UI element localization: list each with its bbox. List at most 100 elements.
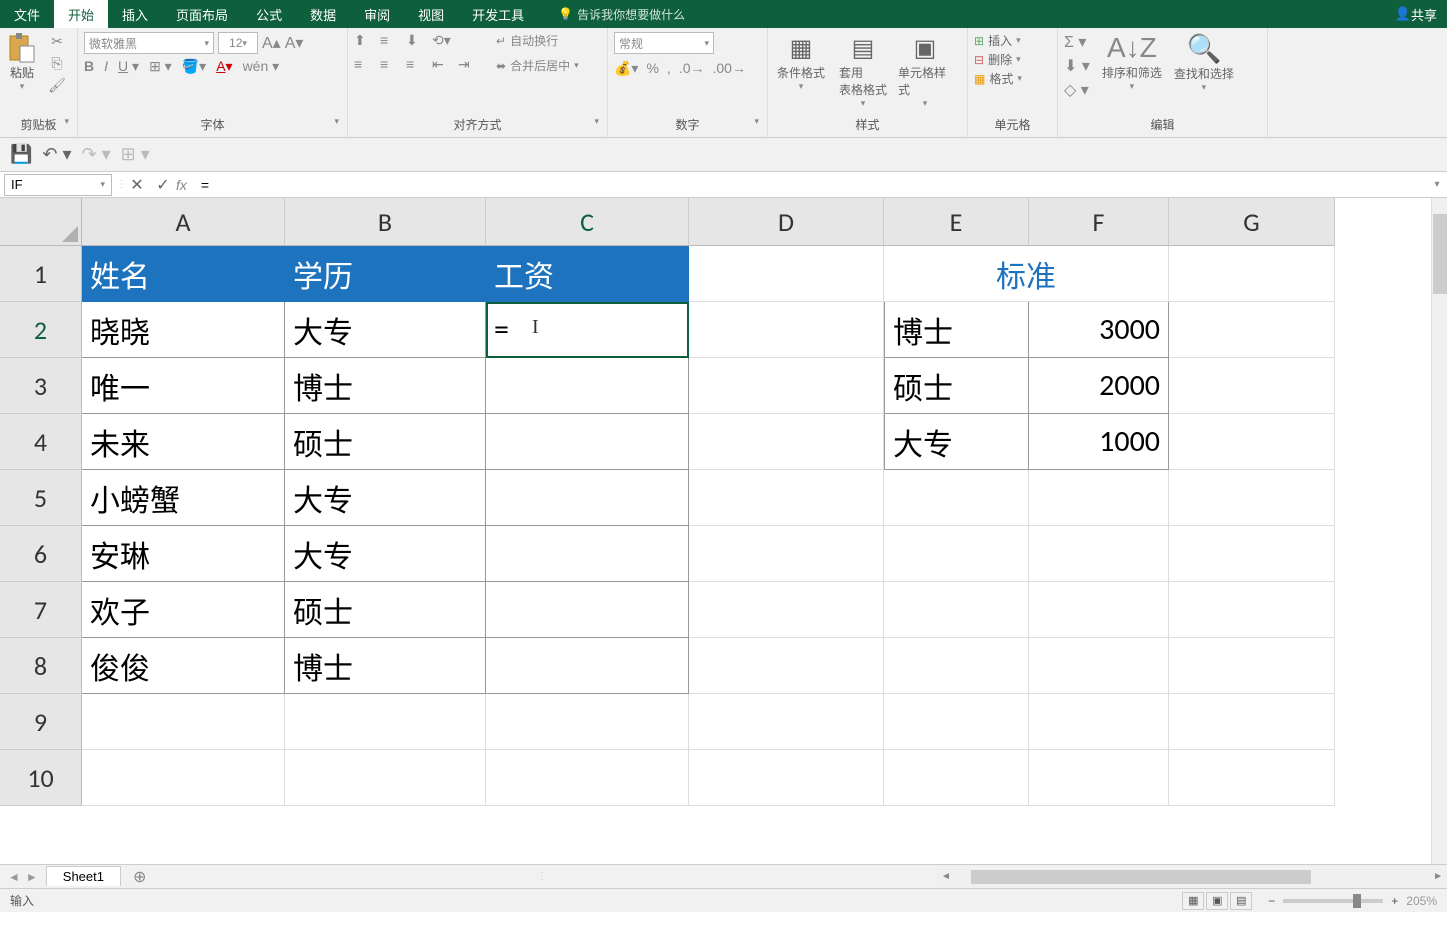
- cell-D4[interactable]: [689, 414, 884, 470]
- cell-E6[interactable]: [884, 526, 1029, 582]
- wrap-text-button[interactable]: ↵自动换行: [496, 32, 579, 49]
- cell-D10[interactable]: [689, 750, 884, 806]
- share-button[interactable]: 👤 共享: [1385, 5, 1447, 24]
- format-as-table-button[interactable]: ▤ 套用 表格格式▾: [836, 32, 890, 109]
- cell-E9[interactable]: [884, 694, 1029, 750]
- add-sheet-button[interactable]: ⊕: [133, 867, 146, 887]
- sheet-nav-next[interactable]: ►: [26, 870, 38, 884]
- paste-label[interactable]: 粘贴: [10, 64, 34, 81]
- cell-D6[interactable]: [689, 526, 884, 582]
- delete-cells-button[interactable]: ⊟删除▾: [974, 51, 1022, 68]
- zoom-slider-track[interactable]: [1283, 899, 1383, 903]
- decrease-indent-icon[interactable]: ⇤: [432, 56, 450, 74]
- page-break-view-button[interactable]: ▤: [1230, 892, 1252, 910]
- cell-G7[interactable]: [1169, 582, 1335, 638]
- row-header-4[interactable]: 4: [0, 414, 82, 470]
- col-header-A[interactable]: A: [82, 198, 285, 246]
- copy-icon[interactable]: ⎘: [48, 54, 66, 72]
- cell-B6[interactable]: 大专: [285, 526, 486, 582]
- increase-font-icon[interactable]: A▴: [262, 33, 281, 53]
- find-select-button[interactable]: 🔍 查找和选择▾: [1174, 32, 1234, 93]
- cell-B7[interactable]: 硕士: [285, 582, 486, 638]
- col-header-G[interactable]: G: [1169, 198, 1335, 246]
- cell-grid[interactable]: 姓名 学历 工资 标准 晓晓 大专 = 博士 3000 唯一 博士 硕士 200…: [82, 246, 1447, 864]
- save-icon[interactable]: 💾: [10, 144, 32, 165]
- col-header-F[interactable]: F: [1029, 198, 1169, 246]
- cell-C6[interactable]: [486, 526, 689, 582]
- cell-G9[interactable]: [1169, 694, 1335, 750]
- cell-D7[interactable]: [689, 582, 884, 638]
- cell-F8[interactable]: [1029, 638, 1169, 694]
- vertical-scrollbar[interactable]: [1431, 198, 1447, 864]
- number-format-select[interactable]: 常规▾: [614, 32, 714, 54]
- sheet-tab-1[interactable]: Sheet1: [46, 866, 121, 886]
- cell-E10[interactable]: [884, 750, 1029, 806]
- cell-G1[interactable]: [1169, 246, 1335, 302]
- tab-developer[interactable]: 开发工具: [458, 0, 538, 28]
- cell-B5[interactable]: 大专: [285, 470, 486, 526]
- cell-A10[interactable]: [82, 750, 285, 806]
- cell-F10[interactable]: [1029, 750, 1169, 806]
- row-header-2[interactable]: 2: [0, 302, 82, 358]
- font-color-button[interactable]: A▾: [216, 58, 232, 75]
- orientation-icon[interactable]: ⟲▾: [432, 32, 450, 50]
- hscroll-right[interactable]: ►: [1433, 871, 1443, 882]
- cell-E7[interactable]: [884, 582, 1029, 638]
- cell-B3[interactable]: 博士: [285, 358, 486, 414]
- fill-button[interactable]: ⬇ ▾: [1064, 56, 1090, 76]
- cell-G2[interactable]: [1169, 302, 1335, 358]
- select-all-corner[interactable]: [0, 198, 82, 246]
- zoom-level[interactable]: 205%: [1406, 894, 1437, 908]
- cell-D8[interactable]: [689, 638, 884, 694]
- cell-F5[interactable]: [1029, 470, 1169, 526]
- name-box[interactable]: IF▾: [4, 174, 112, 196]
- row-header-9[interactable]: 9: [0, 694, 82, 750]
- cell-A8[interactable]: 俊俊: [82, 638, 285, 694]
- tab-page-layout[interactable]: 页面布局: [162, 0, 242, 28]
- cell-B2[interactable]: 大专: [285, 302, 486, 358]
- formula-input[interactable]: =: [195, 177, 1427, 193]
- cell-A3[interactable]: 唯一: [82, 358, 285, 414]
- cell-G3[interactable]: [1169, 358, 1335, 414]
- cell-G8[interactable]: [1169, 638, 1335, 694]
- cut-icon[interactable]: ✂: [48, 32, 66, 50]
- cell-D5[interactable]: [689, 470, 884, 526]
- tab-review[interactable]: 审阅: [350, 0, 404, 28]
- zoom-out-button[interactable]: −: [1268, 894, 1275, 908]
- align-bottom-icon[interactable]: ⬇: [406, 32, 424, 50]
- cell-E1-F1-merged[interactable]: 标准: [884, 246, 1169, 302]
- vscroll-thumb[interactable]: [1433, 214, 1447, 294]
- cell-D2[interactable]: [689, 302, 884, 358]
- cell-E8[interactable]: [884, 638, 1029, 694]
- cell-F4[interactable]: 1000: [1029, 414, 1169, 470]
- autosum-button[interactable]: Σ ▾: [1064, 32, 1090, 52]
- horizontal-scrollbar[interactable]: ◄ ►: [937, 869, 1447, 885]
- split-handle[interactable]: ⋮: [537, 871, 547, 882]
- tell-me-search[interactable]: 💡 告诉我你想要做什么: [558, 6, 685, 23]
- cell-B1[interactable]: 学历: [285, 246, 486, 302]
- cell-C5[interactable]: [486, 470, 689, 526]
- col-header-D[interactable]: D: [689, 198, 884, 246]
- conditional-format-button[interactable]: ▦ 条件格式▾: [774, 32, 828, 92]
- row-header-10[interactable]: 10: [0, 750, 82, 806]
- format-cells-button[interactable]: ▦格式▾: [974, 70, 1022, 87]
- page-layout-view-button[interactable]: ▣: [1206, 892, 1228, 910]
- cell-styles-button[interactable]: ▣ 单元格样式▾: [898, 32, 952, 109]
- comma-button[interactable]: ,: [667, 60, 671, 77]
- font-size-select[interactable]: 12▾: [218, 32, 258, 54]
- row-header-8[interactable]: 8: [0, 638, 82, 694]
- cell-A1[interactable]: 姓名: [82, 246, 285, 302]
- increase-indent-icon[interactable]: ⇥: [458, 56, 476, 74]
- fx-icon[interactable]: fx: [176, 177, 187, 193]
- bold-button[interactable]: B: [84, 58, 94, 75]
- cell-D3[interactable]: [689, 358, 884, 414]
- undo-icon[interactable]: ↶ ▾: [42, 144, 71, 165]
- cell-C1[interactable]: 工资: [486, 246, 689, 302]
- hscroll-left[interactable]: ◄: [941, 871, 951, 882]
- cell-C3[interactable]: [486, 358, 689, 414]
- tab-file[interactable]: 文件: [0, 0, 54, 28]
- border-button[interactable]: ⊞ ▾: [149, 58, 172, 75]
- cell-B8[interactable]: 博士: [285, 638, 486, 694]
- cell-A4[interactable]: 未来: [82, 414, 285, 470]
- cancel-button[interactable]: ✕: [124, 175, 150, 195]
